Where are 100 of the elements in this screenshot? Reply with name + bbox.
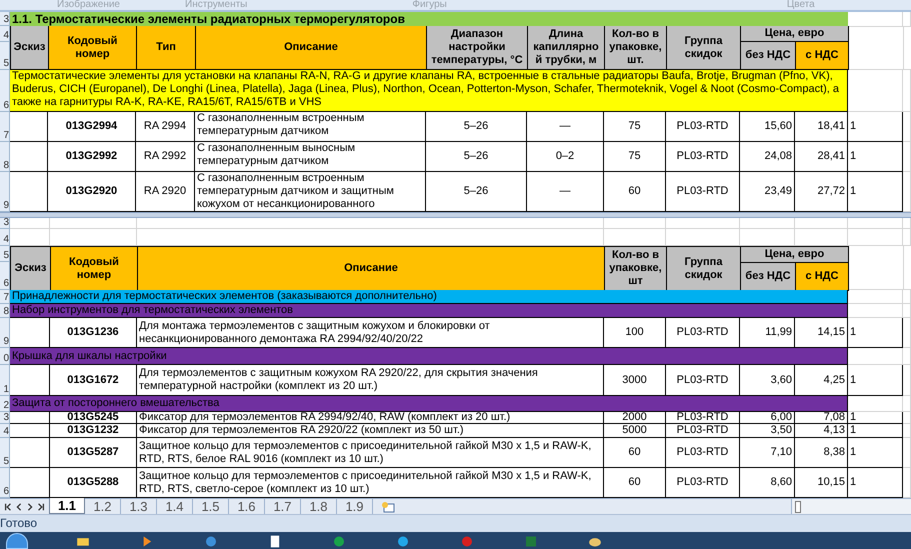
row-number: 2 (3, 400, 9, 411)
row-number: 3 (3, 14, 9, 25)
table-cell: 013G1232 (50, 424, 137, 438)
table-cell: 5–26 (426, 112, 527, 142)
row-number: 4 (3, 30, 9, 41)
table-cell: 1 (848, 438, 903, 468)
empty-cell (10, 142, 48, 172)
table-cell: 1 (848, 112, 903, 142)
note-text: Термостатические элементы для установки на клапаны RA-N, RA-G и другие клапаны RA, встроенные в стальные радиаторы Baufa, Brotje, Brugman (Pfno, VK), Buderus, CICH (Europanel), De Longhi (Linea, Platella), Jaga (Linea, Plus), Northon, Ocean, Potterton-Myson, Schafer, Thermoteknik, Vogel & Noot (Cosmo-Compact), а также на гарнитуры RA-K, RA-KE, RA15/6T, RA15/6TB и VHS (10, 70, 848, 112)
row-number: 3 (3, 412, 9, 423)
table-cell: PL03-RTD (666, 438, 740, 468)
table-cell: 013G2994 (48, 112, 136, 142)
table-cell: С газонаполненным выносным температурным датчиком (195, 142, 426, 172)
table-cell: PL03-RTD (666, 424, 740, 438)
column-header: Кол-во в упаковке, шт (605, 247, 667, 291)
table-cell: PL03-RTD (666, 112, 740, 142)
row-number: 5 (3, 58, 9, 69)
section-title: 1.1. Термостатические элементы радиаторных терморегуляторов (10, 12, 848, 27)
table-cell: PL03-RTD (666, 142, 740, 172)
row-number: 6 (3, 486, 9, 497)
empty-cell (795, 218, 848, 229)
empty-cell (849, 246, 904, 290)
table-cell: 3,50 (740, 424, 795, 438)
row-number: 1 (3, 384, 9, 395)
table-cell: 60 (604, 438, 666, 468)
table-cell: 2000 (604, 412, 666, 424)
section-row: Набор инструментов для термостатических элементов (10, 304, 848, 318)
table-cell: RA 2994 (136, 112, 195, 142)
table-cell: 0–2 (527, 142, 604, 172)
row-number: 7 (3, 292, 9, 303)
empty-cell (604, 229, 666, 246)
table-cell: 7,10 (740, 438, 795, 468)
column-header: Тип (137, 26, 196, 70)
column-header: с НДС (796, 263, 849, 291)
column-header: Цена, евро (741, 26, 849, 42)
row-number: 4 (3, 234, 9, 245)
row-number: 0 (3, 353, 9, 364)
table-cell: 15,60 (740, 112, 795, 142)
column-header: Группа скидок (667, 26, 741, 70)
row-number: 5 (3, 456, 9, 467)
column-header: Кол-во в упаковке, шт. (605, 26, 667, 70)
ribbon-group-label: Изображение (57, 0, 120, 10)
column-header: с НДС (796, 42, 849, 70)
ribbon-group-label: Фигуры (412, 0, 447, 10)
column-header: Цена, евро (741, 247, 849, 263)
sheet-nav-arrow-icon[interactable] (4, 502, 12, 512)
column-header: без НДС (741, 42, 796, 70)
row-number: 6 (3, 278, 9, 289)
table-cell: 75 (604, 142, 666, 172)
row-number: 8 (3, 160, 9, 171)
table-cell: С газонаполненным встроенным температурным датчиком (195, 112, 426, 142)
table-cell: 6,00 (740, 412, 795, 424)
start-button[interactable] (6, 533, 28, 549)
table-cell: 75 (604, 112, 666, 142)
section-row: Крышка для шкалы настройки (10, 348, 848, 365)
sheet-nav-arrow-icon[interactable] (37, 502, 45, 512)
table-cell: 1 (848, 424, 903, 438)
row-number: 3 (3, 218, 9, 228)
table-cell: 7,08 (795, 412, 848, 424)
column-header: без НДС (741, 263, 796, 291)
column-header: Описание (138, 247, 605, 291)
table-cell: 28,41 (795, 142, 848, 172)
row-number: 7 (3, 130, 9, 141)
row-number: 4 (3, 426, 9, 437)
empty-cell (10, 112, 48, 142)
table-cell: 1 (848, 412, 903, 424)
column-header: Кодовый номер (49, 26, 137, 70)
table-cell: 5000 (604, 424, 666, 438)
ribbon-group-label: Инструменты (185, 0, 248, 10)
column-header: Описание (196, 26, 427, 70)
table-cell: 013G5287 (50, 438, 137, 468)
table-cell: 4,13 (795, 424, 848, 438)
table-cell: 1 (848, 142, 903, 172)
empty-cell (10, 424, 50, 438)
row-number: 5 (3, 250, 9, 261)
row-number: 9 (3, 336, 9, 347)
column-header: Эскиз (11, 247, 51, 291)
insert-sheet-icon[interactable] (381, 500, 395, 512)
empty-cell (795, 229, 848, 246)
horizontal-scrollbar[interactable] (791, 499, 911, 514)
row-number: 8 (3, 306, 9, 317)
empty-cell (10, 229, 50, 246)
column-header: Кодовый номер (51, 247, 138, 291)
empty-cell (848, 218, 903, 229)
ribbon-group-label: Цвета (786, 0, 815, 10)
table-cell: 18,41 (795, 112, 848, 142)
sheet-tab[interactable]: 1.1 (49, 498, 85, 514)
table-cell: Защитное кольцо для термоэлементов с присоединительной гайкой M30 x 1,5 и RAW-K, RTD, RTS, белое RAL 9016 (комплект из 10 шт.) (137, 438, 604, 468)
table-cell: 1 (848, 318, 903, 348)
section-row: Принадлежности для термостатических элементов (заказываются дополнительно) (10, 290, 848, 304)
table-cell: 24,08 (740, 142, 795, 172)
table-cell: 013G2992 (48, 142, 136, 172)
table-cell: 8,38 (795, 438, 848, 468)
empty-cell (10, 438, 50, 468)
empty-cell (849, 26, 904, 70)
empty-cell (740, 218, 795, 229)
column-header: Диапазон настройки температуры, °С (427, 26, 528, 70)
table-cell: 5–26 (426, 142, 527, 172)
table-cell: 013G5245 (50, 412, 137, 424)
table-cell: Фиксатор для термоэлементов RA 2920/22 (комплект из 50 шт.) (137, 424, 604, 438)
